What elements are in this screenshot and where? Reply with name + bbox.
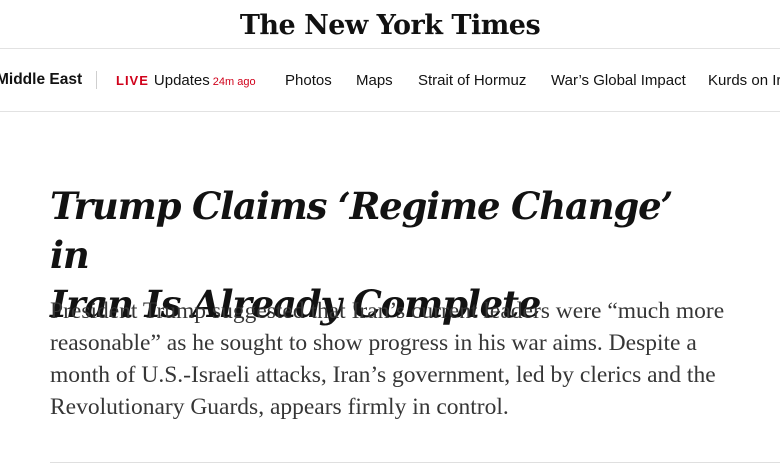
masthead: The New York Times xyxy=(0,0,780,48)
article-divider xyxy=(50,462,780,463)
live-updates-label: Updates xyxy=(153,72,210,89)
nav-item-maps[interactable]: Maps xyxy=(356,72,393,89)
nav-divider-bottom xyxy=(0,111,780,112)
nav-item-strait-of-hormuz[interactable]: Strait of Hormuz xyxy=(418,72,526,89)
nav-item-kurds[interactable]: Kurds on Ir xyxy=(708,72,780,89)
nav-section-middle-east[interactable]: Middle East xyxy=(0,71,82,89)
live-badge: LIVE xyxy=(116,73,149,88)
nav-divider xyxy=(96,71,97,89)
nav-item-wars-global-impact[interactable]: War’s Global Impact xyxy=(551,72,686,89)
nav-live-updates[interactable]: LIVE Updates 24m ago xyxy=(116,72,256,89)
article-summary: President Trump suggested that Iran’s cu… xyxy=(50,298,725,420)
live-updates-timestamp: 24m ago xyxy=(212,76,256,88)
nyt-logo[interactable]: The New York Times xyxy=(240,10,541,41)
nav-item-photos[interactable]: Photos xyxy=(285,72,332,89)
section-nav: Middle East LIVE Updates 24m ago Photos Ma… xyxy=(0,49,780,111)
headline-line-1: Trump Claims ‘Regime Change’ in xyxy=(50,184,673,277)
